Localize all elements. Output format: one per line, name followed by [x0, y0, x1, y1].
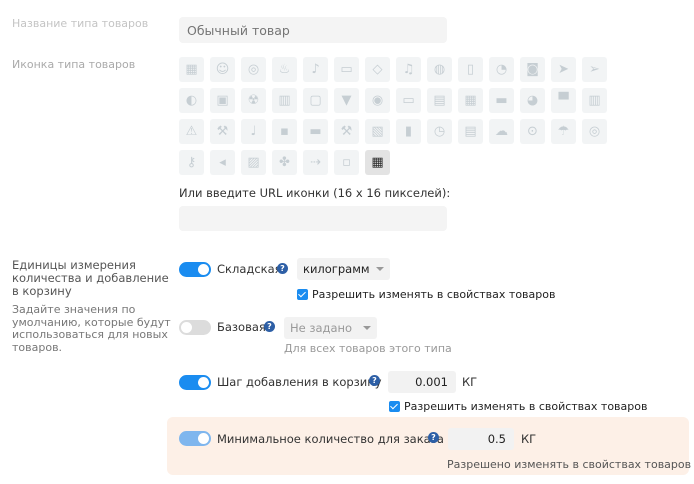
icon-picker: ▦ ☺ ◎ ♨ ♪ ▭ ◇ ♫ ◍ ▯ ◔ ◙ ➤ ➢ ◐ ▣ ☢ ▥ ▢ ▼ ◉ ▭ ▤ ▦ ▬ ◕ ▀ ▥ ⚠ ⚒ ♩ ▪ ▬ ⚒ ▧ ▮ ◷ ▤ ☁ ⊙…	[179, 57, 679, 181]
base-unit-hint: Для всех товаров этого типа	[284, 342, 452, 355]
icon-option[interactable]: ✤	[272, 150, 297, 175]
cart-step-unit: КГ	[462, 375, 478, 389]
min-order-input[interactable]: 0.5	[448, 428, 514, 450]
icon-option[interactable]: ➢	[582, 57, 607, 82]
icon-option[interactable]: ◐	[179, 88, 204, 113]
icon-option[interactable]: ➤	[551, 57, 576, 82]
icon-option[interactable]: ▪	[272, 119, 297, 144]
icon-option[interactable]: ▭	[396, 88, 421, 113]
stock-help-icon[interactable]: ?	[277, 263, 288, 274]
icon-option[interactable]: ☢	[241, 88, 266, 113]
icon-option[interactable]: ☁	[489, 119, 514, 144]
units-section-label: Единицы измерения количества и добавлени…	[12, 258, 169, 298]
cart-step-toggle[interactable]	[179, 375, 211, 390]
stock-unit-value: килограмм	[303, 262, 370, 276]
selected-icon-option[interactable]: ▦	[365, 150, 390, 175]
icon-option[interactable]: ▫	[334, 150, 359, 175]
min-order-unit: КГ	[521, 432, 537, 446]
icon-option[interactable]: ▨	[241, 150, 266, 175]
icon-row: ⚠ ⚒ ♩ ▪ ▬ ⚒ ▧ ▮ ◷ ▤ ☁ ⊙ ☂ ◎	[179, 119, 679, 144]
icon-option[interactable]: ◷	[427, 119, 452, 144]
min-order-allowed-text: Разрешено изменять в свойствах товаров	[447, 458, 692, 471]
icon-option[interactable]: ⇢	[303, 150, 328, 175]
icon-option[interactable]: ▣	[210, 88, 235, 113]
icon-option[interactable]: ◉	[365, 88, 390, 113]
icon-option[interactable]: ◂	[210, 150, 235, 175]
min-order-label: Минимальное количество для заказа	[217, 432, 444, 446]
icon-option[interactable]: ⚒	[210, 119, 235, 144]
icon-option[interactable]: ◙	[520, 57, 545, 82]
cart-step-allow-checkbox[interactable]	[389, 401, 400, 412]
icon-option[interactable]: ⚠	[179, 119, 204, 144]
base-unit-select[interactable]: Не задано	[284, 317, 377, 339]
stock-allow-checkbox[interactable]	[297, 289, 308, 300]
icon-option[interactable]: ◎	[241, 57, 266, 82]
icon-row: ◐ ▣ ☢ ▥ ▢ ▼ ◉ ▭ ▤ ▦ ▬ ◕ ▀ ▥	[179, 88, 679, 113]
icon-option[interactable]: ▭	[334, 57, 359, 82]
icon-option[interactable]: ⚒	[334, 119, 359, 144]
icon-option[interactable]: ▯	[458, 57, 483, 82]
units-section-note: Задайте значения по умолчанию, которые б…	[12, 303, 171, 354]
icon-option[interactable]: ▥	[272, 88, 297, 113]
icon-row: ▦ ☺ ◎ ♨ ♪ ▭ ◇ ♫ ◍ ▯ ◔ ◙ ➤ ➢	[179, 57, 679, 82]
icon-option[interactable]: ◔	[489, 57, 514, 82]
cart-step-allow-label: Разрешить изменять в свойствах товаров	[404, 400, 648, 413]
icon-option[interactable]: ▬	[489, 88, 514, 113]
icon-option[interactable]: ▮	[396, 119, 421, 144]
chevron-down-icon	[363, 326, 371, 330]
icon-option[interactable]: ▤	[458, 119, 483, 144]
icon-option[interactable]: ◇	[365, 57, 390, 82]
icon-option[interactable]: ◕	[520, 88, 545, 113]
icon-option[interactable]: ☺	[210, 57, 235, 82]
icon-option[interactable]: ▤	[427, 88, 452, 113]
min-order-help-icon[interactable]: ?	[428, 432, 439, 443]
icon-option[interactable]: ⊙	[520, 119, 545, 144]
icon-option[interactable]: ♨	[272, 57, 297, 82]
min-order-toggle[interactable]	[179, 431, 211, 446]
icon-option[interactable]: ◎	[582, 119, 607, 144]
chevron-down-icon	[376, 267, 384, 271]
icon-option[interactable]: ▥	[582, 88, 607, 113]
cart-step-input[interactable]: 0.001	[388, 371, 456, 393]
stock-allow-label: Разрешить изменять в свойствах товаров	[312, 288, 556, 301]
icon-option[interactable]: ◍	[427, 57, 452, 82]
base-help-icon[interactable]: ?	[264, 321, 275, 332]
type-name-input[interactable]	[179, 17, 447, 43]
icon-option[interactable]: ⚷	[179, 150, 204, 175]
base-unit-value: Не задано	[290, 321, 353, 335]
base-unit-toggle[interactable]	[179, 320, 211, 335]
icon-option[interactable]: ♩	[241, 119, 266, 144]
cart-step-help-icon[interactable]: ?	[369, 375, 380, 386]
icon-option[interactable]: ▼	[334, 88, 359, 113]
icon-url-label: Или введите URL иконки (16 x 16 пикселей…	[179, 186, 451, 200]
icon-row: ⚷ ◂ ▨ ✤ ⇢ ▫ ▦	[179, 150, 679, 175]
icon-url-input[interactable]	[179, 206, 447, 231]
type-icon-label: Иконка типа товаров	[12, 58, 136, 71]
icon-option[interactable]: ♪	[303, 57, 328, 82]
icon-option[interactable]: ♫	[396, 57, 421, 82]
type-name-label: Название типа товаров	[12, 17, 149, 30]
stock-unit-select[interactable]: килограмм	[297, 258, 390, 280]
icon-option[interactable]: ☂	[551, 119, 576, 144]
icon-option[interactable]: ▦	[458, 88, 483, 113]
icon-option[interactable]: ▀	[551, 88, 576, 113]
stock-unit-label: Складская	[217, 262, 282, 276]
icon-option[interactable]: ▢	[303, 88, 328, 113]
base-unit-label: Базовая	[217, 320, 266, 334]
icon-option[interactable]: ▬	[303, 119, 328, 144]
icon-option[interactable]: ▧	[365, 119, 390, 144]
stock-unit-toggle[interactable]	[179, 262, 211, 277]
icon-option[interactable]: ▦	[179, 57, 204, 82]
cart-step-label: Шаг добавления в корзину	[217, 375, 382, 389]
